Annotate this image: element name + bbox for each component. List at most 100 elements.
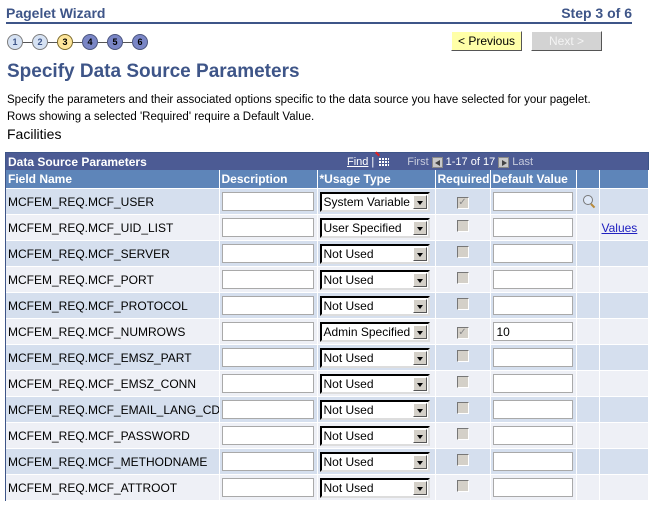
dropdown-arrow-icon[interactable] <box>412 246 427 261</box>
table-row: MCFEM_REQ.MCF_SERVER Not Used <box>6 240 649 267</box>
field-name-cell: MCFEM_REQ.MCF_ATTROOT <box>6 474 220 501</box>
view-all-grid-icon[interactable] <box>378 157 390 167</box>
next-row-arrow-icon[interactable] <box>498 156 510 168</box>
lookup-cell <box>576 474 600 501</box>
default-value-input[interactable] <box>492 426 573 445</box>
dropdown-arrow-icon[interactable] <box>412 428 427 443</box>
default-value-input[interactable] <box>492 218 573 237</box>
description-input[interactable] <box>221 452 314 471</box>
usage-type-select[interactable]: Not Used <box>319 269 430 290</box>
description-input[interactable] <box>221 478 314 497</box>
default-value-input[interactable] <box>492 452 573 471</box>
lookup-cell <box>576 396 600 423</box>
description-input[interactable] <box>221 426 314 445</box>
required-checkbox <box>456 454 469 466</box>
usage-type-cell: Not Used <box>317 422 436 449</box>
default-value-input[interactable] <box>492 192 573 211</box>
field-name-cell: MCFEM_REQ.MCF_PORT <box>6 266 220 293</box>
dropdown-arrow-icon[interactable] <box>412 324 427 339</box>
dropdown-arrow-icon[interactable] <box>412 298 427 313</box>
required-cell <box>435 292 491 319</box>
lookup-cell <box>576 318 600 345</box>
previous-button[interactable]: < Previous <box>451 31 522 51</box>
field-name: MCFEM_REQ.MCF_PROTOCOL <box>8 298 188 313</box>
default-value-input[interactable] <box>492 270 573 289</box>
col-header-default-value: Default Value <box>490 170 577 189</box>
usage-type-value: Not Used <box>323 454 374 469</box>
usage-type-select[interactable]: Not Used <box>319 373 430 394</box>
description-input[interactable] <box>221 374 314 393</box>
table-row: MCFEM_REQ.MCF_PASSWORD Not Used <box>6 422 649 449</box>
default-value-input[interactable] <box>492 400 573 419</box>
lookup-cell <box>576 214 600 241</box>
usage-type-select[interactable]: System Variable <box>319 191 430 212</box>
default-value-input[interactable] <box>492 322 573 341</box>
default-value-cell <box>490 422 577 449</box>
default-value-input[interactable] <box>492 296 573 315</box>
default-value-input[interactable] <box>492 244 573 263</box>
dropdown-arrow-icon[interactable] <box>412 454 427 469</box>
description-input[interactable] <box>221 400 314 419</box>
usage-type-select[interactable]: Admin Specified <box>319 321 430 342</box>
usage-type-cell: Not Used <box>317 396 436 423</box>
field-name-cell: MCFEM_REQ.MCF_NUMROWS <box>6 318 220 345</box>
usage-type-cell: Not Used <box>317 448 436 475</box>
default-value-input[interactable] <box>492 348 573 367</box>
dropdown-arrow-icon[interactable] <box>412 480 427 495</box>
wizard-step-2[interactable]: 2 <box>32 34 48 50</box>
lookup-magnifier-icon[interactable] <box>582 194 593 205</box>
default-value-cell <box>490 188 577 215</box>
usage-type-select[interactable]: Not Used <box>319 399 430 420</box>
dropdown-arrow-icon[interactable] <box>412 220 427 235</box>
usage-type-value: Not Used <box>323 298 374 313</box>
wizard-step-1[interactable]: 1 <box>7 34 23 50</box>
dropdown-arrow-icon[interactable] <box>412 376 427 391</box>
step-connector <box>48 41 57 43</box>
usage-type-select[interactable]: Not Used <box>319 477 430 498</box>
description-input[interactable] <box>221 348 314 367</box>
description-cell <box>219 240 318 267</box>
col-header-description: Description <box>219 170 318 189</box>
previous-row-arrow-icon[interactable] <box>431 156 443 168</box>
values-cell <box>599 370 649 397</box>
data-source-name: Facilities <box>7 126 62 142</box>
step-connector <box>98 41 107 43</box>
usage-type-select[interactable]: Not Used <box>319 295 430 316</box>
usage-type-select[interactable]: User Specified <box>319 217 430 238</box>
wizard-step-6: 6 <box>132 34 148 50</box>
usage-type-select[interactable]: Not Used <box>319 347 430 368</box>
dropdown-arrow-icon[interactable] <box>412 402 427 417</box>
default-value-cell <box>490 448 577 475</box>
default-value-input[interactable] <box>492 478 573 497</box>
required-cell: ✓ <box>435 188 491 215</box>
usage-type-select[interactable]: Not Used <box>319 451 430 472</box>
values-cell <box>599 240 649 267</box>
description-input[interactable] <box>221 270 314 289</box>
dropdown-arrow-icon[interactable] <box>412 272 427 287</box>
next-button[interactable]: Next > <box>531 31 602 51</box>
values-link[interactable]: Values <box>602 221 638 235</box>
step-connector <box>123 41 132 43</box>
description-cell <box>219 292 318 319</box>
table-row: MCFEM_REQ.MCF_EMSZ_PART Not Used <box>6 344 649 371</box>
col-header-usage-type: *Usage Type <box>317 170 436 189</box>
description-cell <box>219 188 318 215</box>
find-link[interactable]: Find <box>347 156 368 168</box>
usage-type-select[interactable]: Not Used <box>319 243 430 264</box>
description-input[interactable] <box>221 218 314 237</box>
default-value-input[interactable] <box>492 374 573 393</box>
description-input[interactable] <box>221 322 314 341</box>
wizard-header: Pagelet Wizard Step 3 of 6 <box>6 4 632 24</box>
description-input[interactable] <box>221 192 314 211</box>
lookup-cell <box>576 344 600 371</box>
dropdown-arrow-icon[interactable] <box>412 350 427 365</box>
dropdown-arrow-icon[interactable] <box>412 194 427 209</box>
values-cell <box>599 344 649 371</box>
last-label: Last <box>512 156 533 168</box>
description-input[interactable] <box>221 244 314 263</box>
required-checkbox <box>456 298 469 310</box>
usage-type-select[interactable]: Not Used <box>319 425 430 446</box>
required-cell <box>435 370 491 397</box>
default-value-cell <box>490 344 577 371</box>
description-input[interactable] <box>221 296 314 315</box>
